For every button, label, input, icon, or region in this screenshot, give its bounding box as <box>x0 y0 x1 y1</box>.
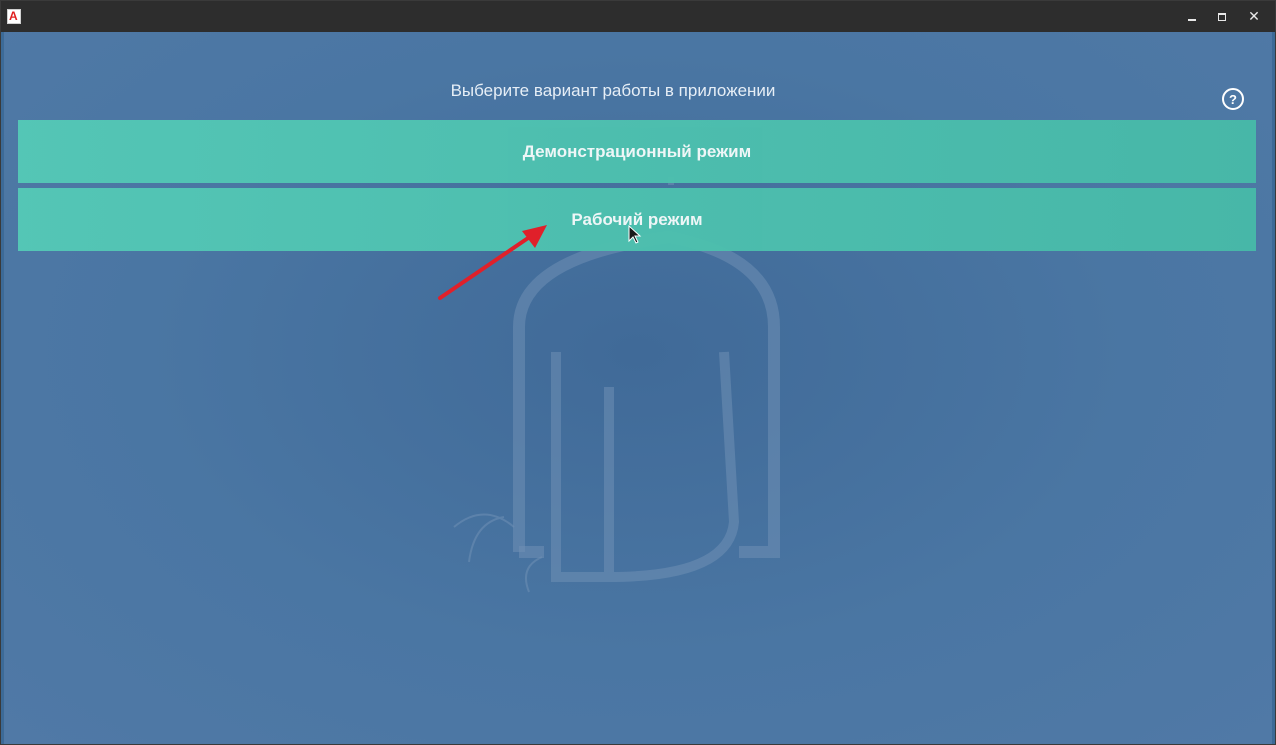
main-content: Выберите вариант работы в приложении ? Д… <box>4 32 1272 744</box>
app-logo-letter: A <box>9 9 18 23</box>
title-bar[interactable]: A ✕ <box>1 1 1275 32</box>
demo-mode-button[interactable]: Демонстрационный режим <box>18 120 1256 183</box>
minimize-icon <box>1188 18 1196 21</box>
page-title: Выберите вариант работы в приложении <box>450 81 776 100</box>
app-window: A ✕ Выберите вариант работы в приложении… <box>0 0 1276 745</box>
maximize-icon <box>1218 12 1226 21</box>
app-logo-icon: A <box>7 9 21 24</box>
question-circle-icon: ? <box>1229 91 1237 107</box>
close-button[interactable]: ✕ <box>1239 1 1269 32</box>
work-mode-button[interactable]: Рабочий режим <box>18 188 1256 251</box>
maximize-button[interactable] <box>1207 1 1237 32</box>
close-icon: ✕ <box>1248 8 1260 25</box>
help-button[interactable]: ? <box>1222 88 1244 110</box>
minimize-button[interactable] <box>1177 1 1207 32</box>
